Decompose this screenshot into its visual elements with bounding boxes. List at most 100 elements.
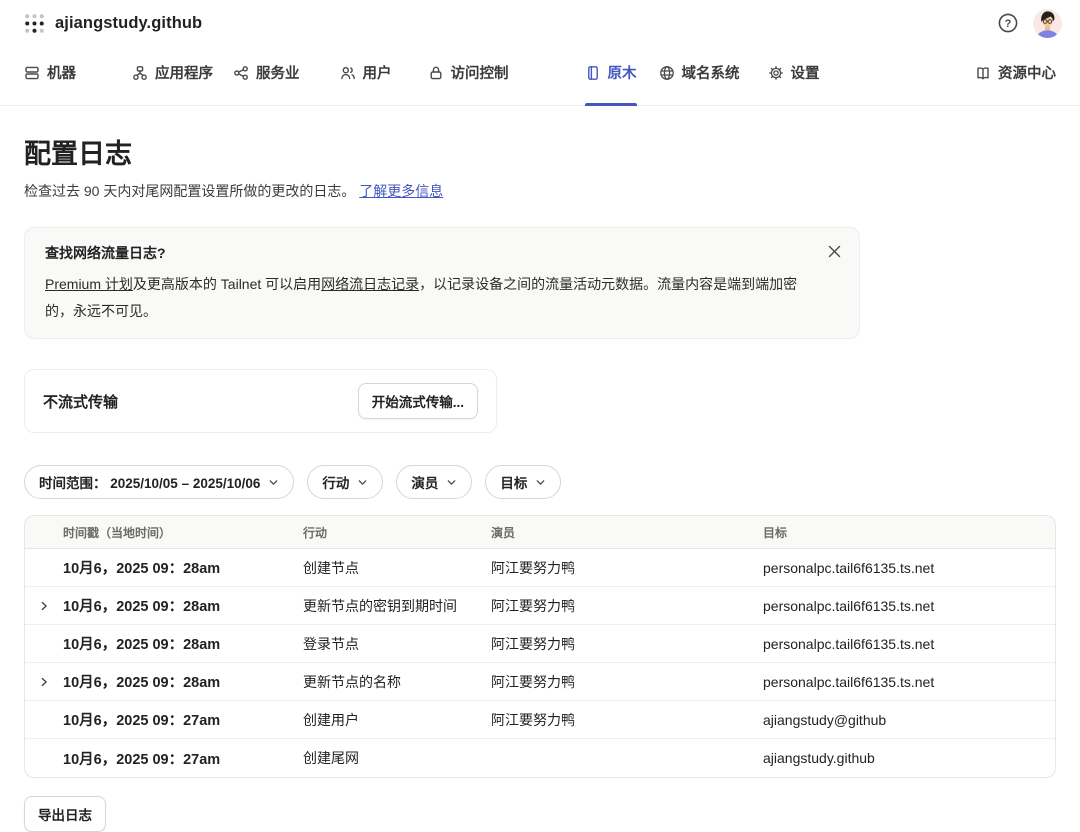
cell-action: 登录节点 xyxy=(303,634,491,654)
network-flow-logs-link[interactable]: 网络流日志记录 xyxy=(321,276,419,292)
log-table-row[interactable]: 10月6，2025 09：28am 更新节点的密钥到期时间 阿江要努力鸭 per… xyxy=(25,587,1055,625)
premium-plan-link[interactable]: Premium 计划 xyxy=(45,276,133,292)
nav-apps-label: 应用程序 xyxy=(155,62,213,83)
action-filter-label: 行动 xyxy=(322,472,349,492)
cell-actor: 阿江要努力鸭 xyxy=(491,596,763,616)
cell-actor: 阿江要努力鸭 xyxy=(491,558,763,578)
nav-users[interactable]: 用户 xyxy=(340,40,392,105)
expand-chevron-icon[interactable] xyxy=(38,600,50,612)
globe-icon xyxy=(659,65,675,81)
learn-more-link[interactable]: 了解更多信息 xyxy=(359,183,443,199)
share-icon xyxy=(233,65,249,81)
close-icon xyxy=(828,245,841,258)
nav-dns[interactable]: 域名系统 xyxy=(659,40,740,105)
column-target: 目标 xyxy=(763,524,1055,541)
nav-logs-label: 原木 xyxy=(608,62,637,83)
page-description-text: 检查过去 90 天内对尾网配置设置所做的更改的日志。 xyxy=(24,183,355,199)
nav-services[interactable]: 服务业 xyxy=(233,40,300,105)
log-table-row[interactable]: 10月6，2025 09：27am 创建尾网 ajiangstudy.githu… xyxy=(25,739,1055,777)
cell-target: personalpc.tail6f6135.ts.net xyxy=(763,560,1055,576)
streaming-card: 不流式传输 开始流式传输... xyxy=(24,369,497,433)
streaming-status: 不流式传输 xyxy=(43,391,118,412)
chevron-down-icon xyxy=(357,477,368,488)
nav-machines-label: 机器 xyxy=(47,62,76,83)
actor-filter[interactable]: 演员 xyxy=(396,465,472,499)
cell-timestamp: 10月6，2025 09：27am xyxy=(63,748,303,769)
flow-logs-banner: 查找网络流量日志? Premium 计划及更高版本的 Tailnet 可以启用网… xyxy=(24,227,860,339)
log-table-row[interactable]: 10月6，2025 09：27am 创建用户 阿江要努力鸭 ajiangstud… xyxy=(25,701,1055,739)
target-filter[interactable]: 目标 xyxy=(485,465,561,499)
cell-action: 创建尾网 xyxy=(303,748,491,768)
users-icon xyxy=(340,65,356,81)
nav-logs[interactable]: 原木 xyxy=(585,40,637,105)
cell-action: 创建节点 xyxy=(303,558,491,578)
cell-action: 更新节点的名称 xyxy=(303,672,491,692)
log-table-header: 时间戳（当地时间） 行动 演员 目标 xyxy=(25,516,1055,549)
log-table-row[interactable]: 10月6，2025 09：28am 更新节点的名称 阿江要努力鸭 persona… xyxy=(25,663,1055,701)
chevron-down-icon xyxy=(268,477,279,488)
page-title: 配置日志 xyxy=(24,132,1056,171)
svg-text:?: ? xyxy=(1005,18,1012,30)
column-actor: 演员 xyxy=(491,524,763,541)
cell-timestamp: 10月6，2025 09：28am xyxy=(63,557,303,578)
cell-action: 更新节点的密钥到期时间 xyxy=(303,596,491,616)
top-header: ajiangstudy.github ? xyxy=(0,0,1080,40)
main-nav: 机器 应用程序 服务业 用户 访问控制 原木 域名系统 xyxy=(0,40,1080,106)
open-book-icon xyxy=(975,65,991,81)
log-table-row[interactable]: 10月6，2025 09：28am 创建节点 阿江要努力鸭 personalpc… xyxy=(25,549,1055,587)
chevron-down-icon xyxy=(446,477,457,488)
cell-target: personalpc.tail6f6135.ts.net xyxy=(763,636,1055,652)
cell-target: ajiangstudy.github xyxy=(763,750,1055,766)
org-name: ajiangstudy.github xyxy=(55,14,202,33)
nav-settings[interactable]: 设置 xyxy=(768,40,820,105)
lock-icon xyxy=(428,65,444,81)
time-range-filter[interactable]: 时间范围： 2025/10/05 – 2025/10/06 xyxy=(24,465,294,499)
log-book-icon xyxy=(585,65,601,81)
chevron-down-icon xyxy=(535,477,546,488)
nav-resource-center[interactable]: 资源中心 xyxy=(975,40,1056,105)
cell-actor: 阿江要努力鸭 xyxy=(491,710,763,730)
nav-resource-center-label: 资源中心 xyxy=(998,62,1056,83)
help-icon: ? xyxy=(997,12,1019,34)
cell-target: personalpc.tail6f6135.ts.net xyxy=(763,598,1055,614)
cell-timestamp: 10月6，2025 09：28am xyxy=(63,633,303,654)
export-logs-button[interactable]: 导出日志 xyxy=(24,796,106,832)
nav-machines[interactable]: 机器 xyxy=(24,40,76,105)
banner-body: Premium 计划及更高版本的 Tailnet 可以启用网络流日志记录，以记录… xyxy=(45,271,825,325)
nav-settings-label: 设置 xyxy=(791,62,820,83)
org-switcher[interactable]: ajiangstudy.github xyxy=(24,13,202,34)
server-icon xyxy=(24,65,40,81)
nav-apps[interactable]: 应用程序 xyxy=(132,40,213,105)
cell-timestamp: 10月6，2025 09：27am xyxy=(63,709,303,730)
cell-target: ajiangstudy@github xyxy=(763,712,1055,728)
help-button[interactable]: ? xyxy=(997,12,1019,34)
cell-actor: 阿江要努力鸭 xyxy=(491,672,763,692)
log-table-row[interactable]: 10月6，2025 09：28am 登录节点 阿江要努力鸭 personalpc… xyxy=(25,625,1055,663)
nav-access-controls[interactable]: 访问控制 xyxy=(428,40,509,105)
nav-users-label: 用户 xyxy=(363,62,392,83)
apps-icon xyxy=(132,65,148,81)
cell-timestamp: 10月6，2025 09：28am xyxy=(63,595,303,616)
target-filter-label: 目标 xyxy=(500,472,527,492)
cell-action: 创建用户 xyxy=(303,710,491,730)
avatar-illustration-icon xyxy=(1033,9,1062,38)
banner-text-2: 及更高版本的 Tailnet 可以启用 xyxy=(133,276,321,292)
actor-filter-label: 演员 xyxy=(411,472,438,492)
column-timestamp: 时间戳（当地时间） xyxy=(63,524,303,541)
log-table: 时间戳（当地时间） 行动 演员 目标 10月6，2025 09：28am 创建节… xyxy=(24,515,1056,778)
banner-close-button[interactable] xyxy=(824,241,845,262)
user-avatar[interactable] xyxy=(1033,9,1062,38)
expand-chevron-icon[interactable] xyxy=(38,676,50,688)
gear-icon xyxy=(768,65,784,81)
nav-dns-label: 域名系统 xyxy=(682,62,740,83)
action-filter[interactable]: 行动 xyxy=(307,465,383,499)
log-table-body: 10月6，2025 09：28am 创建节点 阿江要努力鸭 personalpc… xyxy=(25,549,1055,777)
cell-actor: 阿江要努力鸭 xyxy=(491,634,763,654)
filter-bar: 时间范围： 2025/10/05 – 2025/10/06 行动 演员 目标 xyxy=(24,465,1056,499)
nav-access-controls-label: 访问控制 xyxy=(451,62,509,83)
start-streaming-button[interactable]: 开始流式传输... xyxy=(358,383,478,419)
time-range-filter-label: 时间范围： 2025/10/05 – 2025/10/06 xyxy=(39,472,260,492)
nav-services-label: 服务业 xyxy=(256,62,300,83)
page-description: 检查过去 90 天内对尾网配置设置所做的更改的日志。 了解更多信息 xyxy=(24,181,1056,201)
main-content: 配置日志 检查过去 90 天内对尾网配置设置所做的更改的日志。 了解更多信息 查… xyxy=(0,132,1080,832)
